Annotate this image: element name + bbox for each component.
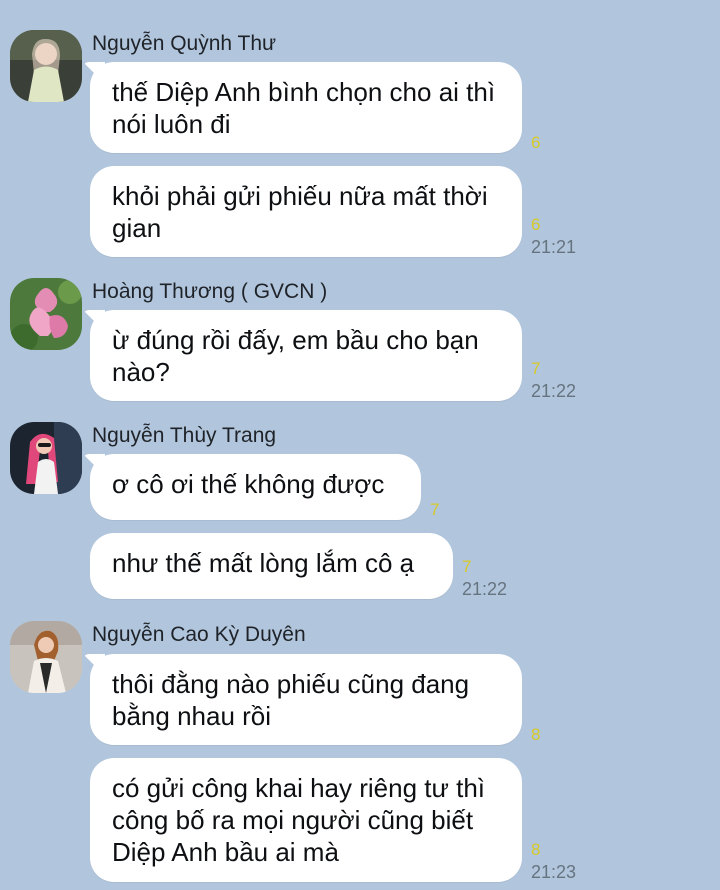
message-bubble[interactable]: khỏi phải gửi phiếu nữa mất thời gian xyxy=(90,166,522,257)
message-time: 21:22 xyxy=(531,381,577,401)
message-bubble[interactable]: như thế mất lòng lắm cô ạ xyxy=(90,533,453,599)
sender-name: Nguyễn Quỳnh Thư xyxy=(92,32,277,55)
avatar-hoang-thuong[interactable] xyxy=(10,278,82,350)
avatar-nguyen-thuy-trang[interactable] xyxy=(10,422,82,494)
sender-name: Nguyễn Cao Kỳ Duyên xyxy=(92,623,306,646)
sender-name: Nguyễn Thùy Trang xyxy=(92,424,277,447)
sender-name: Hoàng Thương ( GVCN ) xyxy=(92,280,328,303)
message-bubble[interactable]: ơ cô ơi thế không được xyxy=(90,454,421,520)
seen-count: 7 xyxy=(462,557,472,576)
seen-count: 6 xyxy=(531,215,541,234)
message-bubble[interactable]: thôi đằng nào phiếu cũng đang bằng nhau … xyxy=(90,654,522,745)
message-time: 21:23 xyxy=(531,862,577,882)
avatar-nguyen-cao-ky-duyen[interactable] xyxy=(10,621,82,693)
avatar-nguyen-quynh-thu[interactable] xyxy=(10,30,82,102)
seen-count: 8 xyxy=(531,725,541,744)
message-bubble[interactable]: ừ đúng rồi đấy, em bầu cho bạn nào? xyxy=(90,310,522,401)
seen-count: 8 xyxy=(531,840,541,859)
seen-count: 6 xyxy=(531,133,541,152)
message-time: 21:22 xyxy=(462,579,508,599)
message-bubble[interactable]: thế Diệp Anh bình chọn cho ai thì nói lu… xyxy=(90,62,522,153)
message-bubble[interactable]: có gửi công khai hay riêng tư thì công b… xyxy=(90,758,522,882)
seen-count: 7 xyxy=(430,500,440,519)
seen-count: 7 xyxy=(531,359,541,378)
message-time: 21:21 xyxy=(531,237,577,257)
